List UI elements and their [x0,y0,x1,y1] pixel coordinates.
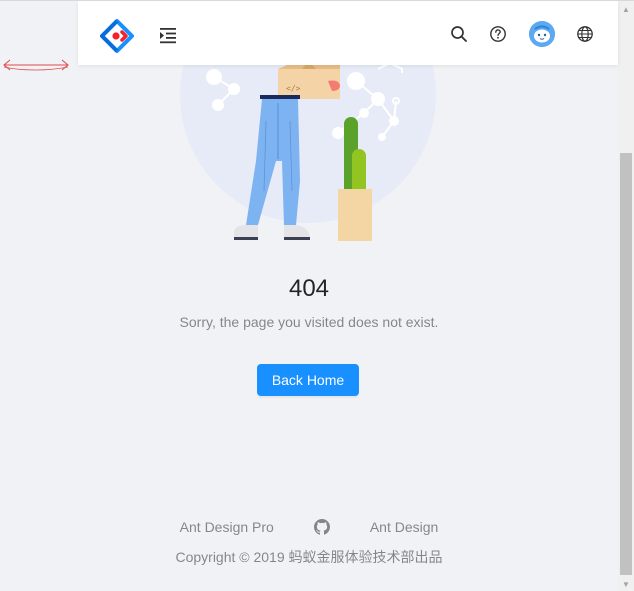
footer-link-ant-design-pro[interactable]: Ant Design Pro [180,519,274,535]
menu-unfold-icon[interactable] [158,25,178,45]
not-found-illustration: </> [180,41,436,241]
global-icon[interactable] [576,25,594,43]
resize-arrow-icon [3,59,69,71]
avatar[interactable] [529,21,555,47]
scrollbar-thumb[interactable] [620,153,632,575]
result-subtitle: Sorry, the page you visited does not exi… [179,314,439,330]
footer-link-ant-design[interactable]: Ant Design [370,519,438,535]
search-icon[interactable] [450,25,468,43]
footer-links: Ant Design Pro Ant Design [0,519,618,535]
copyright-text: Copyright © 2019 蚂蚁金服体验技术部出品 [175,549,443,565]
app-viewport: </> 404 Sorry, the page you visited does… [0,0,634,591]
avatar-image [529,21,555,47]
back-home-button[interactable]: Back Home [257,364,359,396]
logo[interactable] [100,19,134,53]
scroll-down-arrow-icon[interactable]: ▼ [618,576,634,591]
global-header [78,1,618,65]
github-icon[interactable] [313,519,330,535]
svg-text:</>: </> [286,84,301,93]
question-circle-icon[interactable] [489,25,507,43]
scroll-up-arrow-icon[interactable]: ▲ [618,1,634,17]
vertical-scrollbar[interactable]: ▲ ▼ [618,1,634,591]
result-title: 404 [288,275,330,302]
